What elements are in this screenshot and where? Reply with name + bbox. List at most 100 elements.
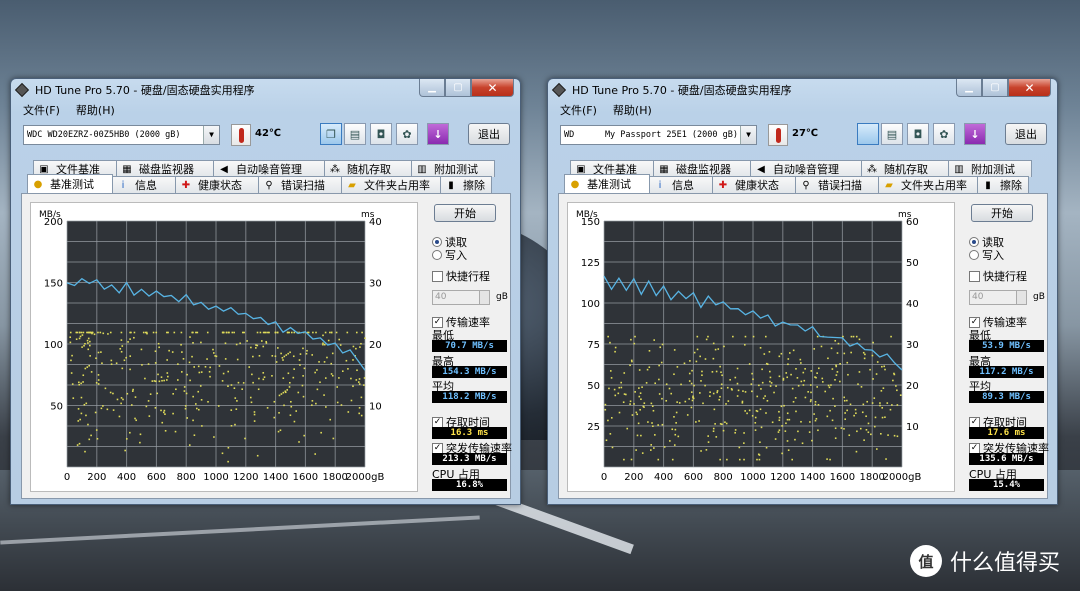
access-time-point	[107, 333, 109, 335]
minimize-button[interactable]: ▁	[419, 79, 445, 97]
menu-help[interactable]: 帮助(H)	[76, 102, 115, 118]
options-icon[interactable]: ✿	[396, 123, 418, 145]
access-time-point	[809, 421, 811, 423]
close-button[interactable]: ✕	[1008, 79, 1051, 97]
tab-aam[interactable]: ◀ 自动噪音管理	[213, 160, 325, 177]
access-time-point	[298, 441, 300, 443]
access-time-point	[160, 376, 163, 378]
copy-text-icon[interactable]: ▤	[881, 123, 903, 145]
spinner-arrows-icon[interactable]	[1016, 291, 1026, 304]
copy-info-icon[interactable]: ❐	[320, 123, 342, 145]
title-bar[interactable]: HD Tune Pro 5.70 - 硬盘/固态硬盘实用程序 ▁ ▢ ✕	[11, 79, 520, 101]
close-button[interactable]: ✕	[471, 79, 514, 97]
access-time-point	[209, 375, 211, 378]
tab-benchmark[interactable]: ● 基准测试	[564, 174, 650, 193]
write-radio[interactable]: 写入	[969, 247, 1004, 263]
spinner-arrows-icon[interactable]	[479, 291, 489, 304]
tab-folder-usage[interactable]: ▰ 文件夹占用率	[341, 176, 441, 193]
tab-extra-tests[interactable]: ▥ 附加测试	[948, 160, 1032, 177]
access-time-point	[112, 392, 114, 395]
cpu-value: 16.8%	[432, 479, 507, 491]
access-time-point	[640, 398, 642, 401]
tab-erase[interactable]: ▮ 擦除	[977, 176, 1029, 193]
access-time-point	[172, 393, 174, 395]
access-time-point	[856, 430, 858, 433]
access-time-point	[79, 335, 82, 338]
camera-icon[interactable]: ◘	[907, 123, 929, 145]
access-time-point	[751, 390, 753, 393]
access-time-point	[75, 338, 78, 341]
access-time-point	[727, 400, 730, 402]
burst-rate-value: 135.6 MB/s	[969, 453, 1044, 465]
tab-random-access[interactable]: ⁂ 随机存取	[324, 160, 412, 177]
access-time-point	[881, 365, 883, 368]
drive-select[interactable]: WDC WD20EZRZ-00Z5HB0 (2000 gB) ▼	[23, 125, 220, 145]
shortstroke-checkbox[interactable]: 快捷行程	[969, 268, 1027, 284]
start-button[interactable]: 开始	[971, 204, 1033, 222]
access-time-point	[95, 357, 97, 360]
shortstroke-input[interactable]: 40	[432, 290, 490, 305]
copy-info-icon[interactable]	[857, 123, 879, 145]
tab-error-scan[interactable]: ⚲ 错误扫描	[258, 176, 342, 193]
access-time-point	[83, 344, 85, 347]
menu-file[interactable]: 文件(F)	[23, 102, 60, 118]
access-time-point	[241, 388, 243, 391]
minimize-button[interactable]: ▁	[956, 79, 982, 97]
save-down-arrow-icon[interactable]: ↓	[427, 123, 449, 145]
access-time-point	[86, 366, 89, 368]
copy-text-icon[interactable]: ▤	[344, 123, 366, 145]
access-time-point	[683, 362, 686, 365]
access-time-point	[813, 413, 815, 415]
save-down-arrow-icon[interactable]: ↓	[964, 123, 986, 145]
tab-aam[interactable]: ◀ 自动噪音管理	[750, 160, 862, 177]
camera-icon[interactable]: ◘	[370, 123, 392, 145]
tab-info[interactable]: i 信息	[649, 176, 713, 193]
exit-button[interactable]: 退出	[468, 123, 510, 145]
access-time-point	[303, 434, 305, 437]
tab-info[interactable]: i 信息	[112, 176, 176, 193]
y-tick-label: 125	[581, 258, 600, 269]
access-time-point	[183, 390, 186, 392]
access-time-point	[709, 395, 711, 397]
write-radio[interactable]: 写入	[432, 247, 467, 263]
tab-benchmark[interactable]: ● 基准测试	[27, 174, 113, 193]
chevron-down-icon[interactable]: ▼	[203, 126, 219, 144]
tab-erase[interactable]: ▮ 擦除	[440, 176, 492, 193]
maximize-button[interactable]: ▢	[982, 79, 1008, 97]
access-time-point	[78, 381, 80, 384]
shortstroke-input[interactable]: 40	[969, 290, 1027, 305]
options-icon[interactable]: ✿	[933, 123, 955, 145]
menu-help[interactable]: 帮助(H)	[613, 102, 652, 118]
access-time-point	[149, 393, 152, 395]
access-time-point	[799, 358, 802, 361]
tab-disk-monitor[interactable]: ▦ 磁盘监视器	[653, 160, 751, 177]
access-time-point	[336, 401, 339, 404]
tab-random-access[interactable]: ⁂ 随机存取	[861, 160, 949, 177]
tab-health[interactable]: ✚ 健康状态	[175, 176, 259, 193]
access-time-point	[883, 365, 886, 368]
access-time-point	[862, 351, 865, 354]
tab-extra-tests[interactable]: ▥ 附加测试	[411, 160, 495, 177]
tab-error-scan[interactable]: ⚲ 错误扫描	[795, 176, 879, 193]
tab-disk-monitor[interactable]: ▦ 磁盘监视器	[116, 160, 214, 177]
access-time-point	[180, 343, 182, 346]
access-time-point	[604, 408, 607, 411]
title-bar[interactable]: HD Tune Pro 5.70 - 硬盘/固态硬盘实用程序 ▁ ▢ ✕	[548, 79, 1057, 101]
access-time-point	[253, 411, 256, 413]
menu-file[interactable]: 文件(F)	[560, 102, 597, 118]
tab-folder-usage[interactable]: ▰ 文件夹占用率	[878, 176, 978, 193]
access-time-point	[707, 335, 709, 338]
chevron-down-icon[interactable]: ▼	[740, 126, 756, 144]
shortstroke-checkbox[interactable]: 快捷行程	[432, 268, 490, 284]
drive-select[interactable]: WD My Passport 25E1 (2000 gB) ▼	[560, 125, 757, 145]
tab-health[interactable]: ✚ 健康状态	[712, 176, 796, 193]
maximize-button[interactable]: ▢	[445, 79, 471, 97]
access-time-point	[132, 388, 134, 391]
access-time-point	[167, 375, 169, 378]
access-time-point	[223, 331, 225, 334]
access-time-point	[147, 363, 150, 365]
start-button[interactable]: 开始	[434, 204, 496, 222]
access-time-point	[332, 437, 335, 440]
x-tick-label: 1000	[203, 472, 228, 483]
exit-button[interactable]: 退出	[1005, 123, 1047, 145]
